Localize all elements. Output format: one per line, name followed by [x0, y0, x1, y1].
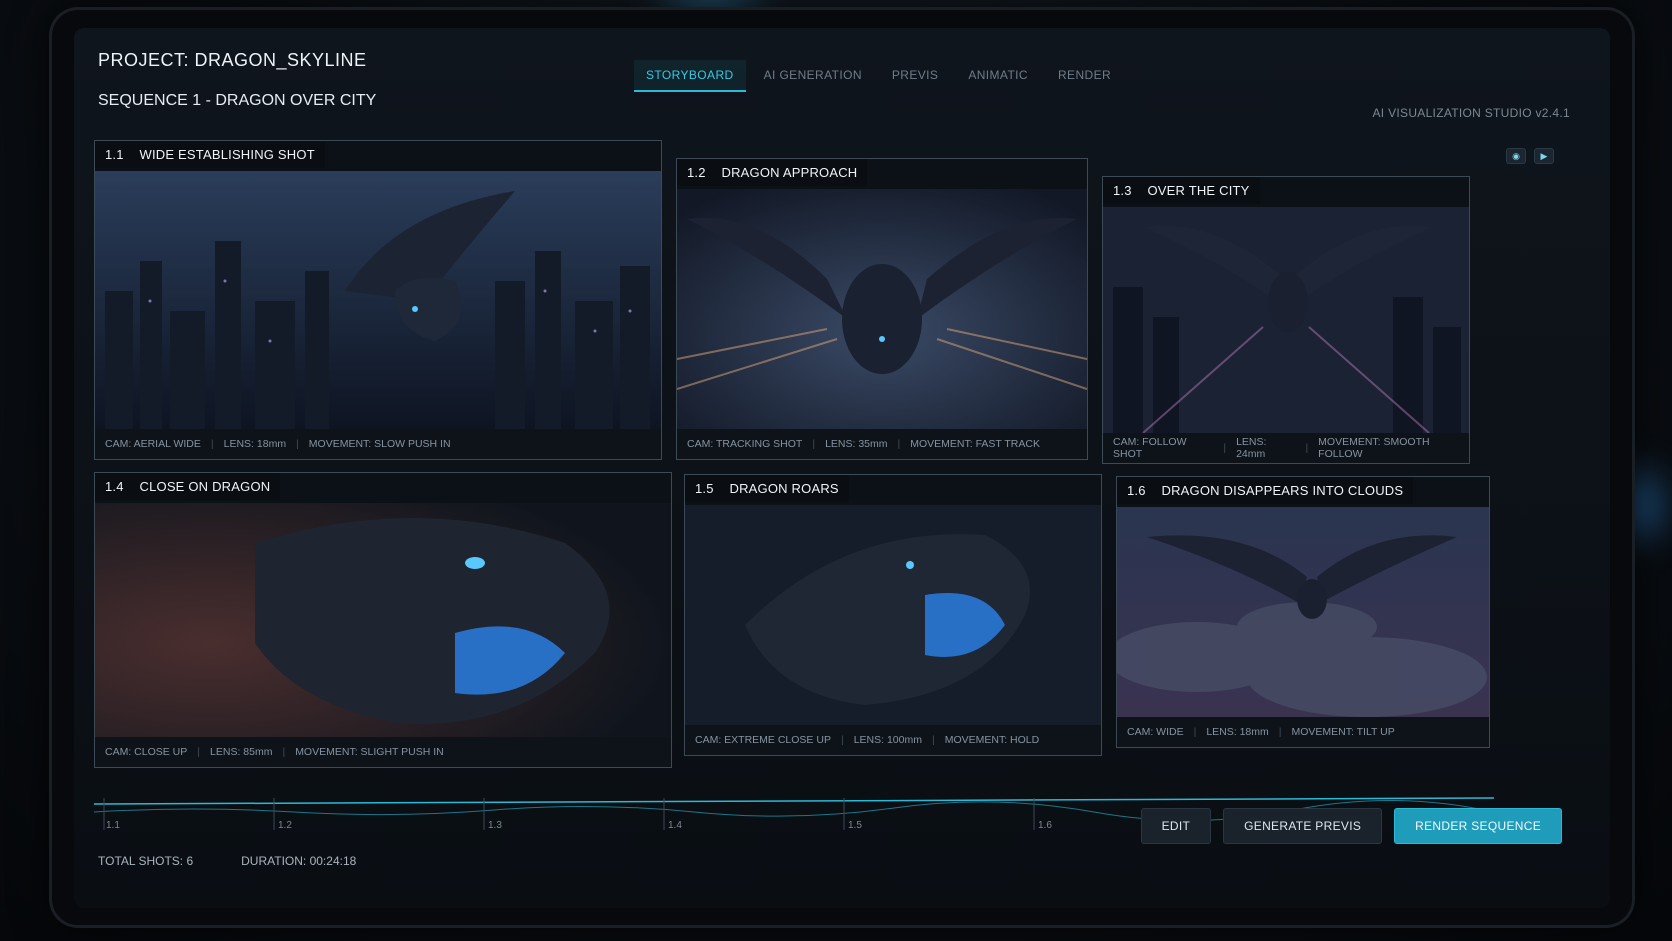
- shot-number: 1.6: [1127, 483, 1146, 498]
- shot-movement: MOVEMENT: HOLD: [944, 734, 1040, 746]
- timeline-tick: 1.4: [668, 820, 682, 831]
- shot-lens: LENS: 100mm: [853, 734, 922, 746]
- edit-button[interactable]: EDIT: [1140, 808, 1212, 844]
- shot-number: 1.4: [105, 479, 124, 494]
- timeline-tick: 1.6: [1038, 820, 1052, 831]
- tab-storyboard[interactable]: STORYBOARD: [634, 60, 746, 92]
- shot-thumbnail: [1117, 507, 1489, 717]
- shot-title: OVER THE CITY: [1147, 183, 1250, 198]
- shot-lens: LENS: 24mm: [1236, 436, 1267, 460]
- duration: DURATION: 00:24:18: [241, 854, 357, 868]
- tab-render[interactable]: RENDER: [1046, 60, 1123, 92]
- shot-card-1-4[interactable]: 1.4 CLOSE ON DRAGON CAM: CLOSE UP | LENS…: [94, 472, 672, 768]
- shot-label: 1.5 DRAGON ROARS: [685, 475, 849, 502]
- shot-cam: CAM: CLOSE UP: [105, 746, 188, 758]
- timeline-tick: 1.1: [106, 820, 120, 831]
- shot-meta: CAM: WIDE | LENS: 18mm | MOVEMENT: TILT UP: [1117, 717, 1489, 747]
- shot-movement: MOVEMENT: SLOW PUSH IN: [308, 438, 451, 450]
- timeline-tick: 1.2: [278, 820, 292, 831]
- shot-number: 1.2: [687, 165, 706, 180]
- app-screen: PROJECT: DRAGON_SKYLINE SEQUENCE 1 - DRA…: [74, 28, 1610, 908]
- total-shots: TOTAL SHOTS: 6: [98, 854, 194, 868]
- shot-thumbnail: [95, 171, 661, 429]
- shot-thumbnail: [1103, 207, 1469, 433]
- tab-animatic[interactable]: ANIMATIC: [956, 60, 1040, 92]
- shot-meta: CAM: CLOSE UP | LENS: 85mm | MOVEMENT: SLI…: [95, 737, 671, 767]
- shot-meta: CAM: TRACKING SHOT | LENS: 35mm | MOVEMENT…: [677, 429, 1087, 459]
- shot-number: 1.1: [105, 147, 124, 162]
- shot-title: CLOSE ON DRAGON: [139, 479, 271, 494]
- storyboard-grid: 1.1 WIDE ESTABLISHING SHOT CAM: AERIAL W…: [94, 140, 1594, 780]
- shot-title: DRAGON APPROACH: [721, 165, 858, 180]
- shot-thumbnail: [677, 189, 1087, 429]
- shot-movement: MOVEMENT: FAST TRACK: [910, 438, 1040, 450]
- shot-card-1-5[interactable]: 1.5 DRAGON ROARS CAM: EXTREME CLOSE UP | …: [684, 474, 1102, 756]
- shot-meta: CAM: FOLLOW SHOT | LENS: 24mm | MOVEMENT: …: [1103, 433, 1469, 463]
- shot-card-1-3[interactable]: 1.3 OVER THE CITY CAM: FOLLOW SHOT | LEN…: [1102, 176, 1470, 464]
- shot-movement: MOVEMENT: TILT UP: [1291, 726, 1395, 738]
- shot-label: 1.1 WIDE ESTABLISHING SHOT: [95, 141, 325, 168]
- shot-cam: CAM: WIDE: [1127, 726, 1184, 738]
- shot-thumbnail: [685, 505, 1101, 725]
- shot-card-1-2[interactable]: 1.2 DRAGON APPROACH CAM: TRACKING SHOT |…: [676, 158, 1088, 460]
- shot-title: WIDE ESTABLISHING SHOT: [139, 147, 315, 162]
- action-buttons: EDIT GENERATE PREVIS RENDER SEQUENCE: [1140, 808, 1562, 844]
- shot-cam: CAM: FOLLOW SHOT: [1113, 436, 1187, 460]
- shot-lens: LENS: 18mm: [1206, 726, 1269, 738]
- shot-lens: LENS: 35mm: [825, 438, 888, 450]
- monitor-frame: PROJECT: DRAGON_SKYLINE SEQUENCE 1 - DRA…: [52, 10, 1632, 925]
- sequence-title: SEQUENCE 1 - DRAGON OVER CITY: [98, 92, 377, 109]
- timeline-tick: 1.5: [848, 820, 862, 831]
- generate-previs-button[interactable]: GENERATE PREVIS: [1223, 808, 1383, 844]
- shot-meta: CAM: AERIAL WIDE | LENS: 18mm | MOVEMENT: …: [95, 429, 661, 459]
- shot-title: DRAGON DISAPPEARS INTO CLOUDS: [1161, 483, 1404, 498]
- shot-cam: CAM: TRACKING SHOT: [687, 438, 803, 450]
- shot-label: 1.4 CLOSE ON DRAGON: [95, 473, 281, 500]
- shot-card-1-6[interactable]: 1.6 DRAGON DISAPPEARS INTO CLOUDS CAM: W…: [1116, 476, 1490, 748]
- shot-title: DRAGON ROARS: [729, 481, 839, 496]
- shot-card-1-1[interactable]: 1.1 WIDE ESTABLISHING SHOT CAM: AERIAL W…: [94, 140, 662, 460]
- shot-thumbnail: [95, 503, 671, 737]
- shot-label: 1.3 OVER THE CITY: [1103, 177, 1260, 204]
- project-title: PROJECT: DRAGON_SKYLINE: [98, 50, 367, 70]
- shot-movement: MOVEMENT: SMOOTH FOLLOW: [1318, 436, 1430, 460]
- shot-number: 1.3: [1113, 183, 1132, 198]
- shot-movement: MOVEMENT: SLIGHT PUSH IN: [295, 746, 444, 758]
- shot-cam: CAM: EXTREME CLOSE UP: [695, 734, 831, 746]
- footer-stats: TOTAL SHOTS: 6 DURATION: 00:24:18: [98, 854, 356, 868]
- tab-previs[interactable]: PREVIS: [880, 60, 950, 92]
- shot-label: 1.6 DRAGON DISAPPEARS INTO CLOUDS: [1117, 477, 1414, 504]
- tab-ai-generation[interactable]: AI GENERATION: [752, 60, 874, 92]
- shot-lens: LENS: 18mm: [223, 438, 287, 450]
- shot-lens: LENS: 85mm: [210, 746, 273, 758]
- shot-label: 1.2 DRAGON APPROACH: [677, 159, 868, 186]
- main-tabs: STORYBOARD AI GENERATION PREVIS ANIMATIC…: [634, 60, 1123, 92]
- shot-meta: CAM: EXTREME CLOSE UP | LENS: 100mm | MOVE…: [685, 725, 1101, 755]
- timeline-tick: 1.3: [488, 820, 502, 831]
- top-bar: PROJECT: DRAGON_SKYLINE SEQUENCE 1 - DRA…: [74, 28, 1610, 138]
- studio-version: AI VISUALIZATION STUDIO v2.4.1: [1372, 106, 1570, 120]
- shot-cam: CAM: AERIAL WIDE: [105, 438, 201, 450]
- render-sequence-button[interactable]: RENDER SEQUENCE: [1394, 808, 1562, 844]
- shot-number: 1.5: [695, 481, 714, 496]
